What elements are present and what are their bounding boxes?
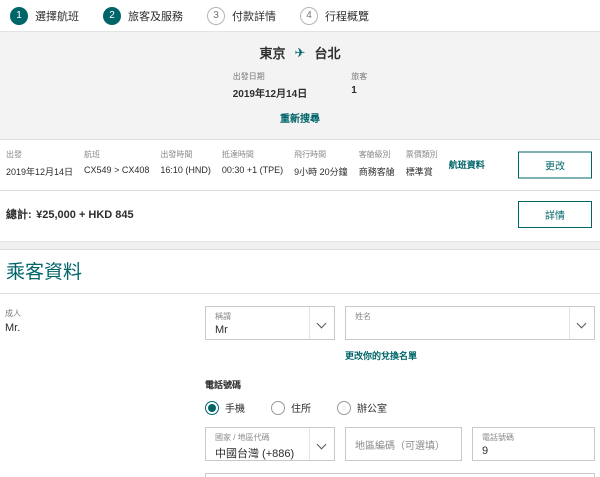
flight-field: 航班 CX549 > CX408 — [84, 149, 149, 175]
flight-field: 抵達時間 00:30 +1 (TPE) — [222, 149, 283, 175]
step-passengers-services[interactable]: 2 旅客及服務 — [103, 6, 183, 25]
step-select-flight[interactable]: 1 選擇航班 — [10, 6, 79, 25]
flight-detail-strip: 出發 2019年12月14日 航班 CX549 > CX408 出發時間 16:… — [0, 139, 600, 191]
field-label: 抵達時間 — [221, 150, 254, 159]
area-code-input[interactable]: 地區編碼（可選填） — [345, 427, 462, 461]
departure-date-label: 出發日期 — [232, 72, 265, 81]
radio-icon — [205, 400, 219, 415]
title-select[interactable]: 稱謂 Mr — [205, 306, 335, 340]
field-value: 商務客艙 — [358, 167, 395, 177]
radio-icon — [271, 400, 285, 415]
phone-section-label: 電話號碼 — [205, 380, 242, 390]
adult-block: 成人 Mr. — [5, 306, 195, 340]
redemption-list-link[interactable]: 更改你的兌換名單 — [345, 351, 417, 361]
passengers-label: 旅客 — [351, 72, 368, 81]
flight-field: 票價類別 標準賞 — [406, 149, 438, 178]
field-label: 出發 — [6, 150, 22, 159]
flight-field: 出發時間 16:10 (HND) — [160, 149, 211, 175]
destination-city: 台北 — [314, 46, 341, 61]
booking-stepper: 1 選擇航班 2 旅客及服務 3 付款詳情 4 行程概覽 — [0, 0, 600, 31]
trip-summary: 東京 ✈ 台北 出發日期 2019年12月14日 旅客 1 重新搜尋 — [0, 31, 600, 139]
name-select[interactable]: 姓名 — [345, 306, 595, 340]
step-itinerary[interactable]: 4 行程概覽 — [300, 6, 369, 25]
country-code-select[interactable]: 國家 / 地區代碼 中國台灣 (+886) — [205, 427, 335, 461]
section-divider — [0, 241, 600, 249]
passenger-section-header: 乘客資料 — [0, 249, 600, 294]
step-number-badge: 3 — [207, 6, 225, 25]
page-title: 乘客資料 — [6, 262, 83, 283]
flight-field: 客艙級別 商務客艙 — [359, 149, 395, 178]
trip-summary-info: 出發日期 2019年12月14日 旅客 1 — [233, 71, 368, 100]
radio-office[interactable]: 辦公室 — [337, 400, 387, 415]
step-label: 選擇航班 — [35, 10, 79, 23]
total-label: 總計: — [6, 209, 32, 221]
search-again-link[interactable]: 重新搜尋 — [280, 110, 320, 125]
step-number-badge: 1 — [10, 6, 28, 25]
chevron-down-icon — [569, 307, 594, 339]
adult-label: 成人 — [5, 309, 21, 318]
chevron-down-icon — [309, 428, 334, 460]
step-number-badge: 4 — [300, 6, 318, 25]
departure-date-block: 出發日期 2019年12月14日 — [233, 71, 308, 100]
adult-value: Mr. — [5, 322, 21, 334]
phone-type-radios: 手機 住所 辦公室 — [205, 400, 595, 415]
origin-city: 東京 — [259, 46, 286, 61]
radio-home[interactable]: 住所 — [271, 400, 311, 415]
field-value: 9小時 20分鐘 — [294, 167, 348, 177]
field-value: 標準賞 — [405, 167, 433, 177]
plane-icon: ✈ — [294, 44, 306, 60]
field-label: 票價類別 — [405, 150, 438, 159]
phone-number-label: 電話號碼 — [482, 433, 514, 442]
phone-number-value: 9 — [482, 445, 489, 457]
field-value: 00:30 +1 (TPE) — [221, 165, 284, 175]
radio-label: 住所 — [291, 404, 311, 415]
passengers-block: 旅客 1 — [351, 71, 367, 100]
name-select-label: 姓名 — [355, 312, 371, 321]
passengers-value: 1 — [351, 85, 357, 96]
total-row: 總計: ¥25,000 + HKD 845 詳情 — [0, 191, 600, 241]
radio-label: 辦公室 — [357, 404, 387, 415]
total-amount: ¥25,000 + HKD 845 — [36, 209, 134, 221]
passenger-form: 成人 Mr. 稱謂 Mr 姓名 更改你的兌換名單 電話號碼 手機 住所 辦公室 — [0, 294, 600, 477]
chevron-down-icon — [309, 307, 334, 339]
field-label: 航班 — [84, 150, 101, 159]
field-value: CX549 > CX408 — [84, 165, 150, 175]
step-payment[interactable]: 3 付款詳情 — [207, 6, 276, 25]
field-value: 16:10 (HND) — [160, 165, 211, 175]
radio-label: 手機 — [225, 404, 245, 415]
phone-number-input[interactable]: 電話號碼 9 — [472, 427, 595, 461]
route: 東京 ✈ 台北 — [0, 43, 600, 62]
change-flight-button[interactable]: 更改 — [518, 151, 592, 179]
step-number-badge: 2 — [103, 6, 121, 25]
field-value: 2019年12月14日 — [6, 167, 74, 177]
field-label: 飛行時間 — [294, 150, 327, 159]
flight-info-link[interactable]: 航班資料 — [449, 158, 485, 171]
flight-field: 出發 2019年12月14日 — [6, 149, 73, 178]
step-label: 行程概覽 — [325, 10, 369, 23]
radio-icon — [337, 400, 351, 415]
step-label: 旅客及服務 — [128, 10, 183, 23]
field-label: 客艙級別 — [358, 150, 391, 159]
flight-field: 飛行時間 9小時 20分鐘 — [294, 149, 348, 178]
radio-mobile[interactable]: 手機 — [205, 400, 245, 415]
step-label: 付款詳情 — [232, 10, 276, 23]
area-code-placeholder: 地區編碼（可選填） — [355, 440, 445, 452]
departure-date-value: 2019年12月14日 — [232, 89, 308, 100]
email-input[interactable]: 電郵地址 k @m .com.tw — [205, 473, 595, 477]
field-label: 出發時間 — [160, 150, 193, 159]
details-button[interactable]: 詳情 — [518, 201, 592, 228]
